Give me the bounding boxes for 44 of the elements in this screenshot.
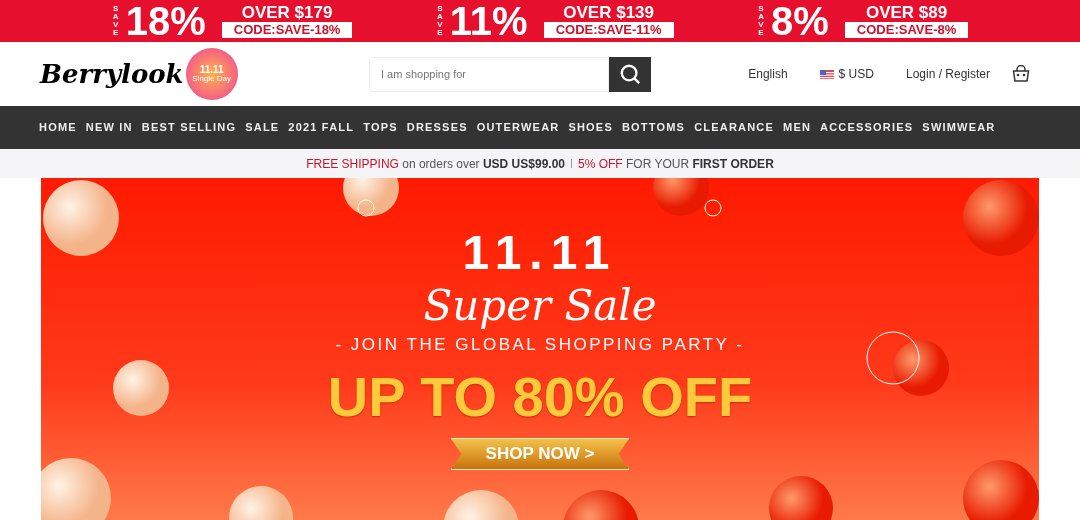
nav-link[interactable]: DRESSES xyxy=(406,119,468,136)
notice-text: 5% OFF FOR YOUR FIRST ORDER xyxy=(578,155,774,173)
discount-percent: 8% xyxy=(771,1,829,41)
nav-link[interactable]: TOPS xyxy=(363,119,398,136)
sale-subtitle: - JOIN THE GLOBAL SHOPPING PARTY - xyxy=(335,334,745,356)
nav-link[interactable]: 2021 FALL xyxy=(288,119,355,136)
hero-banner[interactable]: 11.11 Super Sale - JOIN THE GLOBAL SHOPPING PARTY - UP TO 80% OFF SHOP NOW > xyxy=(41,178,1039,520)
coupon-code: CODE:SAVE-18% xyxy=(221,22,353,38)
search-button[interactable] xyxy=(609,56,651,92)
nav-link[interactable]: ACCESSORIES xyxy=(820,119,914,136)
nav-link[interactable]: CLEARANCE xyxy=(694,119,774,136)
search-icon xyxy=(619,63,641,85)
spend-threshold: OVER $179 xyxy=(241,4,333,22)
coupon-code: CODE:SAVE-11% xyxy=(543,22,674,38)
nav-link[interactable]: HOME xyxy=(39,119,77,136)
sale-date: 11.11 xyxy=(462,230,618,276)
nav-link[interactable]: NEW IN xyxy=(85,119,133,136)
nav-link[interactable]: SWIMWEAR xyxy=(922,119,996,136)
discount-percent: 11% xyxy=(449,1,528,41)
badge-subtitle: Single Day xyxy=(192,75,231,83)
sale-title: Super Sale xyxy=(423,280,657,332)
nav-link[interactable]: MEN xyxy=(783,119,812,136)
save-label: SAVE xyxy=(111,5,120,37)
notice-text: FREE SHIPPING on orders over USD US$99.00 xyxy=(306,155,565,173)
coupon-code: CODE:SAVE-8% xyxy=(844,22,969,38)
currency-selector[interactable]: $ USD xyxy=(819,65,874,83)
flag-icon xyxy=(819,69,834,79)
nav-link[interactable]: SHOES xyxy=(568,119,613,136)
save-label: SAVE xyxy=(757,5,765,37)
spend-threshold: OVER $89 xyxy=(865,4,948,22)
discount-percent: 18% xyxy=(125,1,206,41)
nav-link[interactable]: BOTTOMS xyxy=(621,119,686,136)
shopping-bag-icon[interactable] xyxy=(1012,65,1030,83)
badge-title: 11.11 xyxy=(199,65,224,75)
spend-threshold: OVER $139 xyxy=(563,4,654,22)
nav-link[interactable]: SALE xyxy=(245,119,280,136)
save-label: SAVE xyxy=(435,5,444,37)
brand-logo[interactable]: Berrylook xyxy=(40,54,184,94)
login-link[interactable]: Login / Register xyxy=(905,65,990,83)
search-field[interactable]: I am shopping for xyxy=(369,56,609,92)
language-selector[interactable]: English xyxy=(748,65,788,83)
nav-link[interactable]: BEST SELLING xyxy=(141,119,237,136)
nav-link[interactable]: OUTERWEAR xyxy=(476,119,560,136)
sale-headline: UP TO 80% OFF xyxy=(327,364,753,430)
